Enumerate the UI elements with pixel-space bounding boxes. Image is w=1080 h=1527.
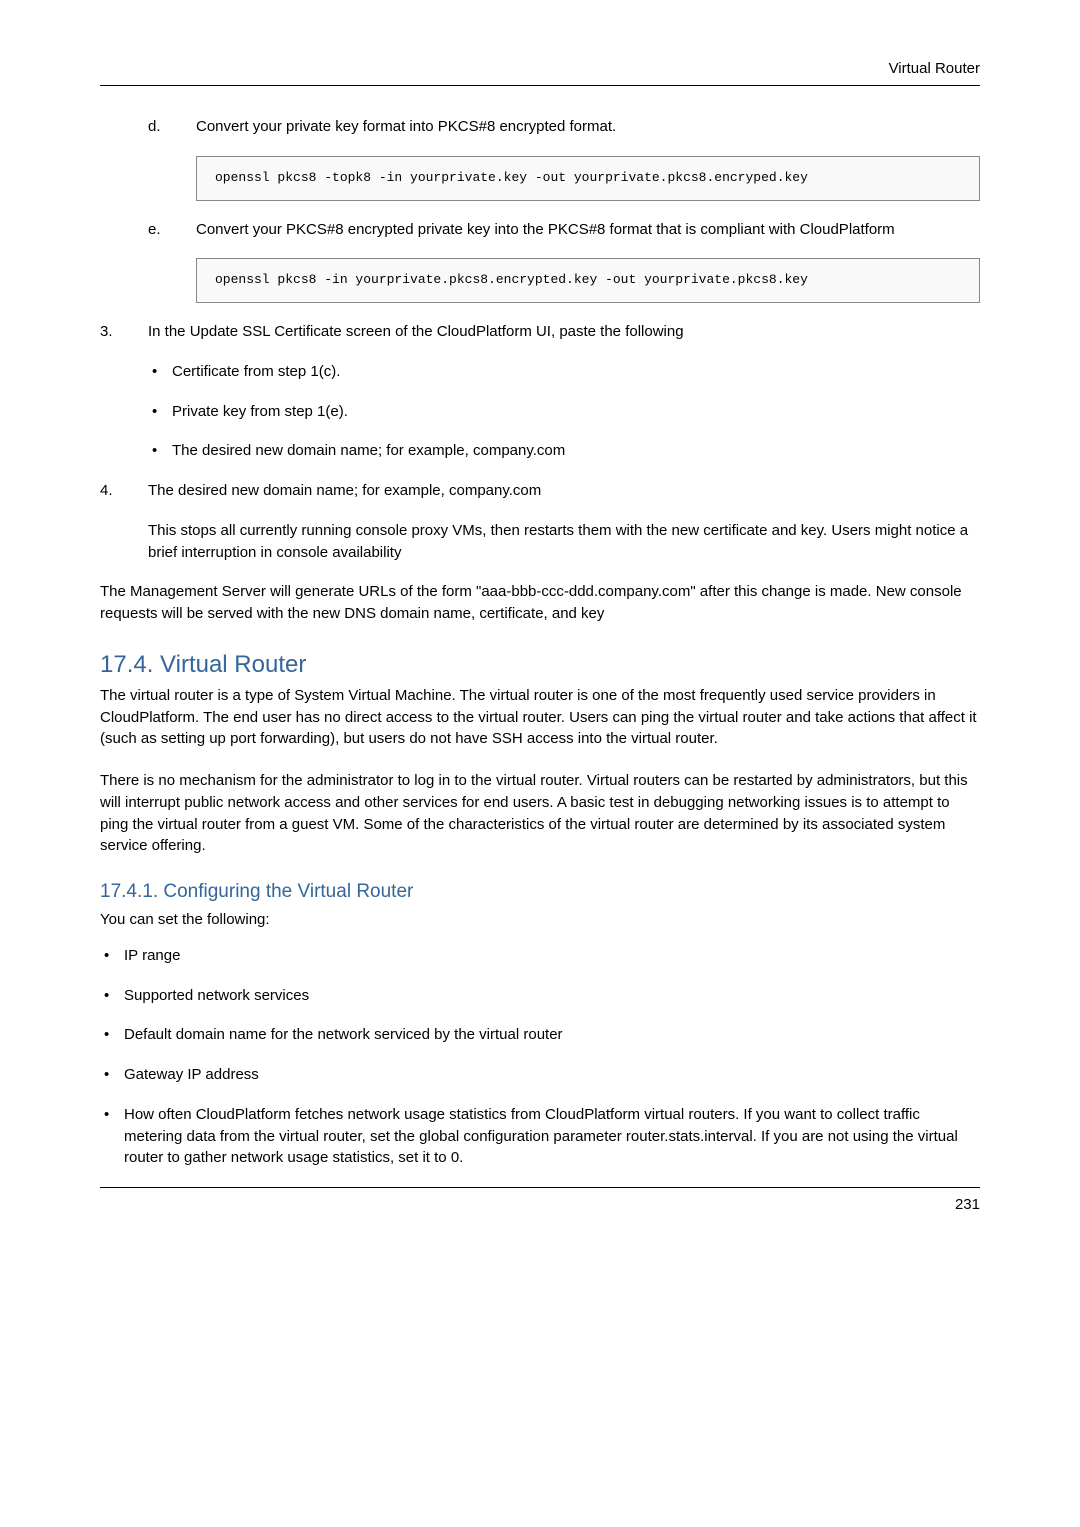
step-para: This stops all currently running console… [148, 520, 980, 564]
step-text: Convert your PKCS#8 encrypted private ke… [196, 221, 895, 238]
list-item: IP range [100, 945, 980, 967]
step-d: d. Convert your private key format into … [148, 116, 980, 201]
step-text: In the Update SSL Certificate screen of … [148, 323, 684, 340]
list-item: Default domain name for the network serv… [100, 1024, 980, 1046]
list-item: Supported network services [100, 985, 980, 1007]
code-block: openssl pkcs8 -topk8 -in yourprivate.key… [196, 156, 980, 201]
step-marker: 3. [100, 321, 113, 343]
closing-paragraph: The Management Server will generate URLs… [100, 581, 980, 625]
list-item: How often CloudPlatform fetches network … [100, 1104, 980, 1169]
list-item: Gateway IP address [100, 1064, 980, 1086]
list-item: Certificate from step 1(c). [148, 361, 980, 383]
step-text: The desired new domain name; for example… [148, 482, 541, 499]
step-marker: d. [148, 116, 161, 138]
step-marker: 4. [100, 480, 113, 502]
list-item: Private key from step 1(e). [148, 401, 980, 423]
list-item: The desired new domain name; for example… [148, 440, 980, 462]
section-17-4-p2: There is no mechanism for the administra… [100, 770, 980, 857]
page-header-title: Virtual Router [100, 60, 980, 77]
step-e: e. Convert your PKCS#8 encrypted private… [148, 219, 980, 304]
section-17-4-p1: The virtual router is a type of System V… [100, 685, 980, 750]
step-marker: e. [148, 219, 161, 241]
step-4: 4. The desired new domain name; for exam… [100, 480, 980, 563]
footer-rule [100, 1187, 980, 1188]
step-text: Convert your private key format into PKC… [196, 118, 616, 135]
section-17-4-title: 17.4. Virtual Router [100, 651, 980, 679]
code-block: openssl pkcs8 -in yourprivate.pkcs8.encr… [196, 258, 980, 303]
page-number: 231 [100, 1196, 980, 1213]
section-17-4-1-intro: You can set the following: [100, 909, 980, 931]
section-17-4-1-title: 17.4.1. Configuring the Virtual Router [100, 881, 980, 903]
step-3: 3. In the Update SSL Certificate screen … [100, 321, 980, 462]
